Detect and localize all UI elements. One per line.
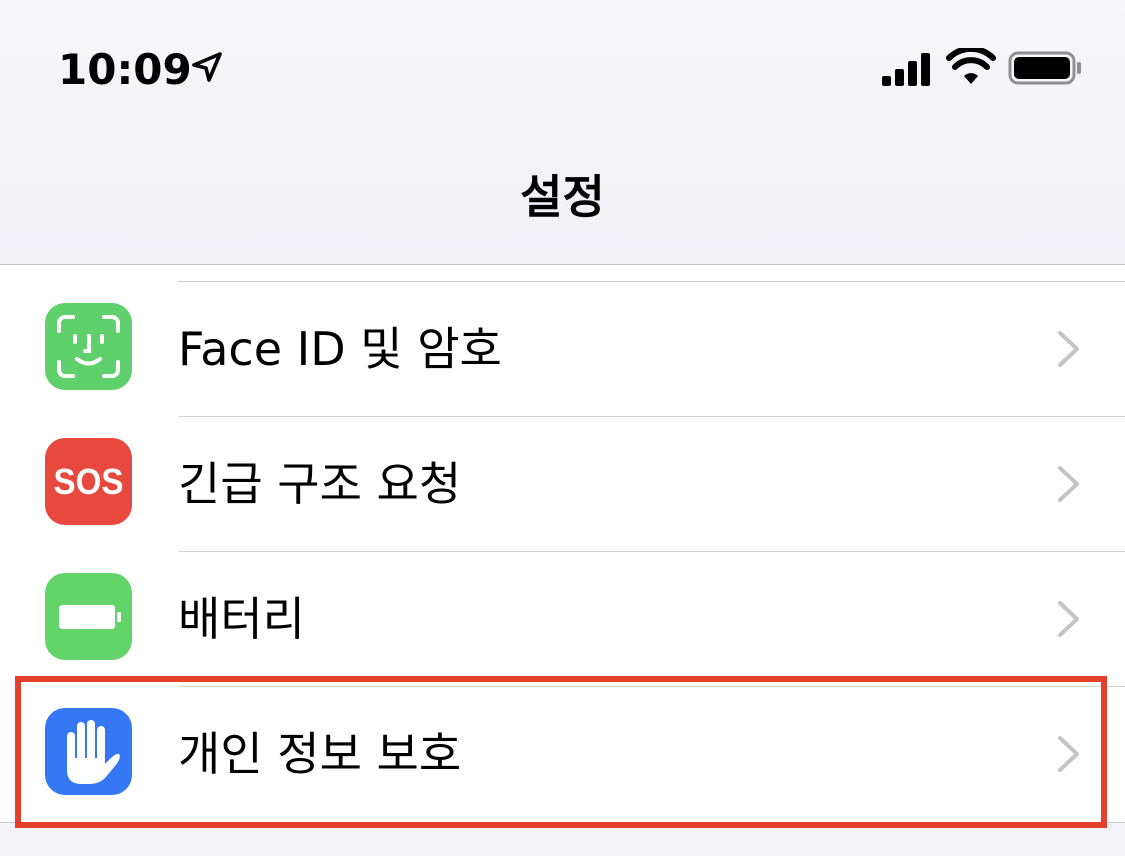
- chevron-right-icon: [1058, 466, 1079, 502]
- chevron-right-icon: [1058, 736, 1079, 772]
- list-bottom-divider: [0, 822, 1125, 823]
- sos-icon: SOS: [45, 438, 132, 525]
- status-time: 10:09: [58, 45, 192, 94]
- battery-icon: [1008, 51, 1081, 85]
- page-title: 설정: [520, 170, 605, 224]
- settings-item-face-id[interactable]: Face ID 및 암호: [0, 281, 1125, 416]
- settings-item-battery[interactable]: 배터리: [0, 551, 1125, 686]
- chevron-right-icon: [1058, 601, 1079, 637]
- cellular-signal-icon: [882, 53, 930, 86]
- settings-item-privacy[interactable]: 개인 정보 보호: [0, 686, 1125, 821]
- settings-item-emergency-sos[interactable]: SOS 긴급 구조 요청: [0, 416, 1125, 551]
- location-arrow-icon: [192, 52, 222, 82]
- wifi-icon: [946, 48, 996, 84]
- settings-item-label: 개인 정보 보호: [178, 727, 462, 781]
- privacy-hand-icon: [45, 708, 132, 795]
- sos-icon-text: SOS: [54, 461, 124, 502]
- battery-app-icon: [45, 573, 132, 660]
- face-id-icon: [45, 303, 132, 390]
- settings-item-label: 배터리: [178, 592, 305, 646]
- settings-item-label: 긴급 구조 요청: [178, 457, 462, 511]
- settings-list: Face ID 및 암호 SOS 긴급 구조 요청 배터리 개인 정보 보호: [0, 265, 1125, 822]
- top-bar: 10:09 설정: [0, 0, 1125, 264]
- settings-item-label: Face ID 및 암호: [178, 322, 502, 376]
- chevron-right-icon: [1058, 331, 1079, 367]
